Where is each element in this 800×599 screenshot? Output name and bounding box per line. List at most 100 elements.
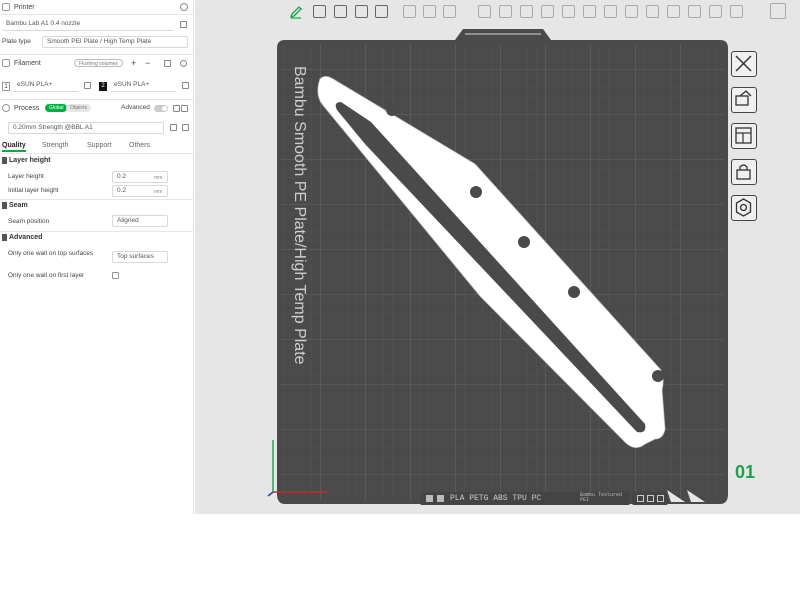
divider xyxy=(0,153,194,154)
cube-icon[interactable] xyxy=(313,5,326,18)
pencil-icon[interactable] xyxy=(289,5,302,19)
arrange-button[interactable] xyxy=(731,123,757,149)
layers-icon[interactable] xyxy=(375,5,388,18)
filament-slot-2-number: 2 xyxy=(99,82,107,91)
filament-section-title: Filament xyxy=(14,59,41,67)
plate-material-text: PLA PETG ABS TPU PC xyxy=(450,494,542,503)
filament-slot-1-edit-icon[interactable] xyxy=(84,82,91,89)
filament-slot-2-edit-icon[interactable] xyxy=(182,82,189,89)
layer-height-unit: mm xyxy=(154,175,163,181)
printer-section-header[interactable]: Printer xyxy=(0,0,194,14)
printer-select[interactable]: Bambu Lab A1 0.4 nozzle xyxy=(2,19,174,31)
filament-sync-icon[interactable] xyxy=(164,60,171,67)
grid-icon[interactable] xyxy=(334,5,347,18)
one-wall-first-checkbox[interactable] xyxy=(112,272,119,279)
one-wall-top-select[interactable]: Top surfaces xyxy=(112,251,168,263)
top-toolbar xyxy=(195,0,800,24)
remove-filament-icon[interactable]: − xyxy=(145,58,150,68)
color-icon[interactable] xyxy=(646,5,659,18)
divider xyxy=(0,231,194,232)
plate-info-bar: PLA PETG ABS TPU PC Bambu Textured PEI xyxy=(420,492,630,505)
model-hole xyxy=(568,286,580,298)
settings-icon xyxy=(735,198,752,217)
plate-type-select[interactable]: Smooth PEI Plate / High Temp Plate xyxy=(42,36,188,48)
lock-plate-button[interactable] xyxy=(731,159,757,185)
flushing-volumes-button[interactable]: Flushing volumes xyxy=(74,59,123,67)
measure-icon[interactable] xyxy=(688,5,701,18)
model-hole xyxy=(386,104,398,116)
support-icon[interactable] xyxy=(562,5,575,18)
filament-settings-icon[interactable] xyxy=(180,60,187,67)
text-icon[interactable] xyxy=(709,5,722,18)
divider xyxy=(0,14,194,15)
layers-icon[interactable] xyxy=(355,5,368,18)
divider xyxy=(0,54,194,55)
seam-group-title: Seam xyxy=(2,202,28,209)
seam-group-label: Seam xyxy=(9,202,28,209)
printer-settings-icon[interactable] xyxy=(180,3,188,11)
seam-icon[interactable] xyxy=(583,5,596,18)
rotate-icon[interactable] xyxy=(499,5,512,18)
paste-icon[interactable] xyxy=(423,5,436,18)
filament-slot-1-select[interactable]: eSUN PLA+ xyxy=(13,80,79,92)
orient-icon[interactable] xyxy=(657,495,664,502)
model-hole xyxy=(518,236,530,248)
grid-icon xyxy=(437,495,444,502)
one-wall-first-label: Only one wall on first layer xyxy=(8,272,85,279)
filament-slot-1-number: 1 xyxy=(2,82,10,91)
model-hole xyxy=(470,186,482,198)
divider xyxy=(0,99,194,100)
close-plate-button[interactable] xyxy=(731,51,757,77)
scale-icon[interactable] xyxy=(520,5,533,18)
preset-save-icon[interactable] xyxy=(170,124,177,131)
printer-icon xyxy=(2,3,10,11)
build-plate: Bambu Smooth PE Plate/High Temp Plate xyxy=(277,29,728,504)
advanced-group-label: Advanced xyxy=(9,234,43,241)
layer-height-label: Layer height xyxy=(8,173,44,180)
cut-icon[interactable] xyxy=(541,5,554,18)
printer-section-title: Printer xyxy=(14,3,35,11)
orient-icon xyxy=(735,90,752,106)
tab-quality[interactable]: Quality xyxy=(2,142,26,152)
process-preset-select[interactable]: 0.20mm Strength @BBL A1 xyxy=(8,122,164,134)
plate-settings-button[interactable] xyxy=(731,195,757,221)
advanced-switch[interactable] xyxy=(154,105,168,112)
process-icon xyxy=(2,104,10,112)
printer-edit-icon[interactable] xyxy=(180,21,187,28)
tab-strength[interactable]: Strength xyxy=(42,142,68,149)
seam-position-label: Seam position xyxy=(8,218,50,225)
auto-orient-button[interactable] xyxy=(731,87,757,113)
assembly-icon[interactable] xyxy=(730,5,743,18)
plate-controls[interactable] xyxy=(632,492,668,505)
measure-icon[interactable] xyxy=(604,5,617,18)
assembly-view-icon[interactable] xyxy=(770,3,786,19)
initial-layer-height-label: Initial layer height xyxy=(8,187,59,194)
filament-slot-2-select[interactable]: eSUN PLA+ xyxy=(110,80,176,92)
process-compare-icon[interactable] xyxy=(173,105,180,112)
lock-icon[interactable] xyxy=(647,495,654,502)
process-list-icon[interactable] xyxy=(181,105,188,112)
3d-viewport[interactable]: Bambu Smooth PE Plate/High Temp Plate PL… xyxy=(195,0,800,514)
text-icon[interactable] xyxy=(625,5,638,18)
advanced-label: Advanced xyxy=(121,104,150,111)
lock-icon xyxy=(736,164,751,180)
move-icon[interactable] xyxy=(478,5,491,18)
tab-others[interactable]: Others xyxy=(129,142,150,149)
tab-support[interactable]: Support xyxy=(87,142,112,149)
objects-toggle[interactable]: Objects xyxy=(66,104,91,112)
preset-edit-icon[interactable] xyxy=(182,124,189,131)
global-toggle[interactable]: Global xyxy=(45,104,68,112)
arrange-icon xyxy=(735,127,752,144)
list-icon[interactable] xyxy=(443,5,456,18)
filament-icon xyxy=(2,59,10,67)
plate-vertical-text: Bambu Smooth PE Plate/High Temp Plate xyxy=(291,66,308,365)
plate-number[interactable]: 01 xyxy=(735,462,755,483)
initial-layer-height-unit: mm xyxy=(154,189,163,195)
arrange-icon[interactable] xyxy=(637,495,644,502)
assembly-icon[interactable] xyxy=(667,5,680,18)
seam-position-select[interactable]: Aligned xyxy=(112,215,168,227)
layer-height-group-title: Layer height xyxy=(2,157,51,164)
grid-icon xyxy=(426,495,433,502)
copy-icon[interactable] xyxy=(403,5,416,18)
add-filament-icon[interactable]: + xyxy=(131,58,136,68)
